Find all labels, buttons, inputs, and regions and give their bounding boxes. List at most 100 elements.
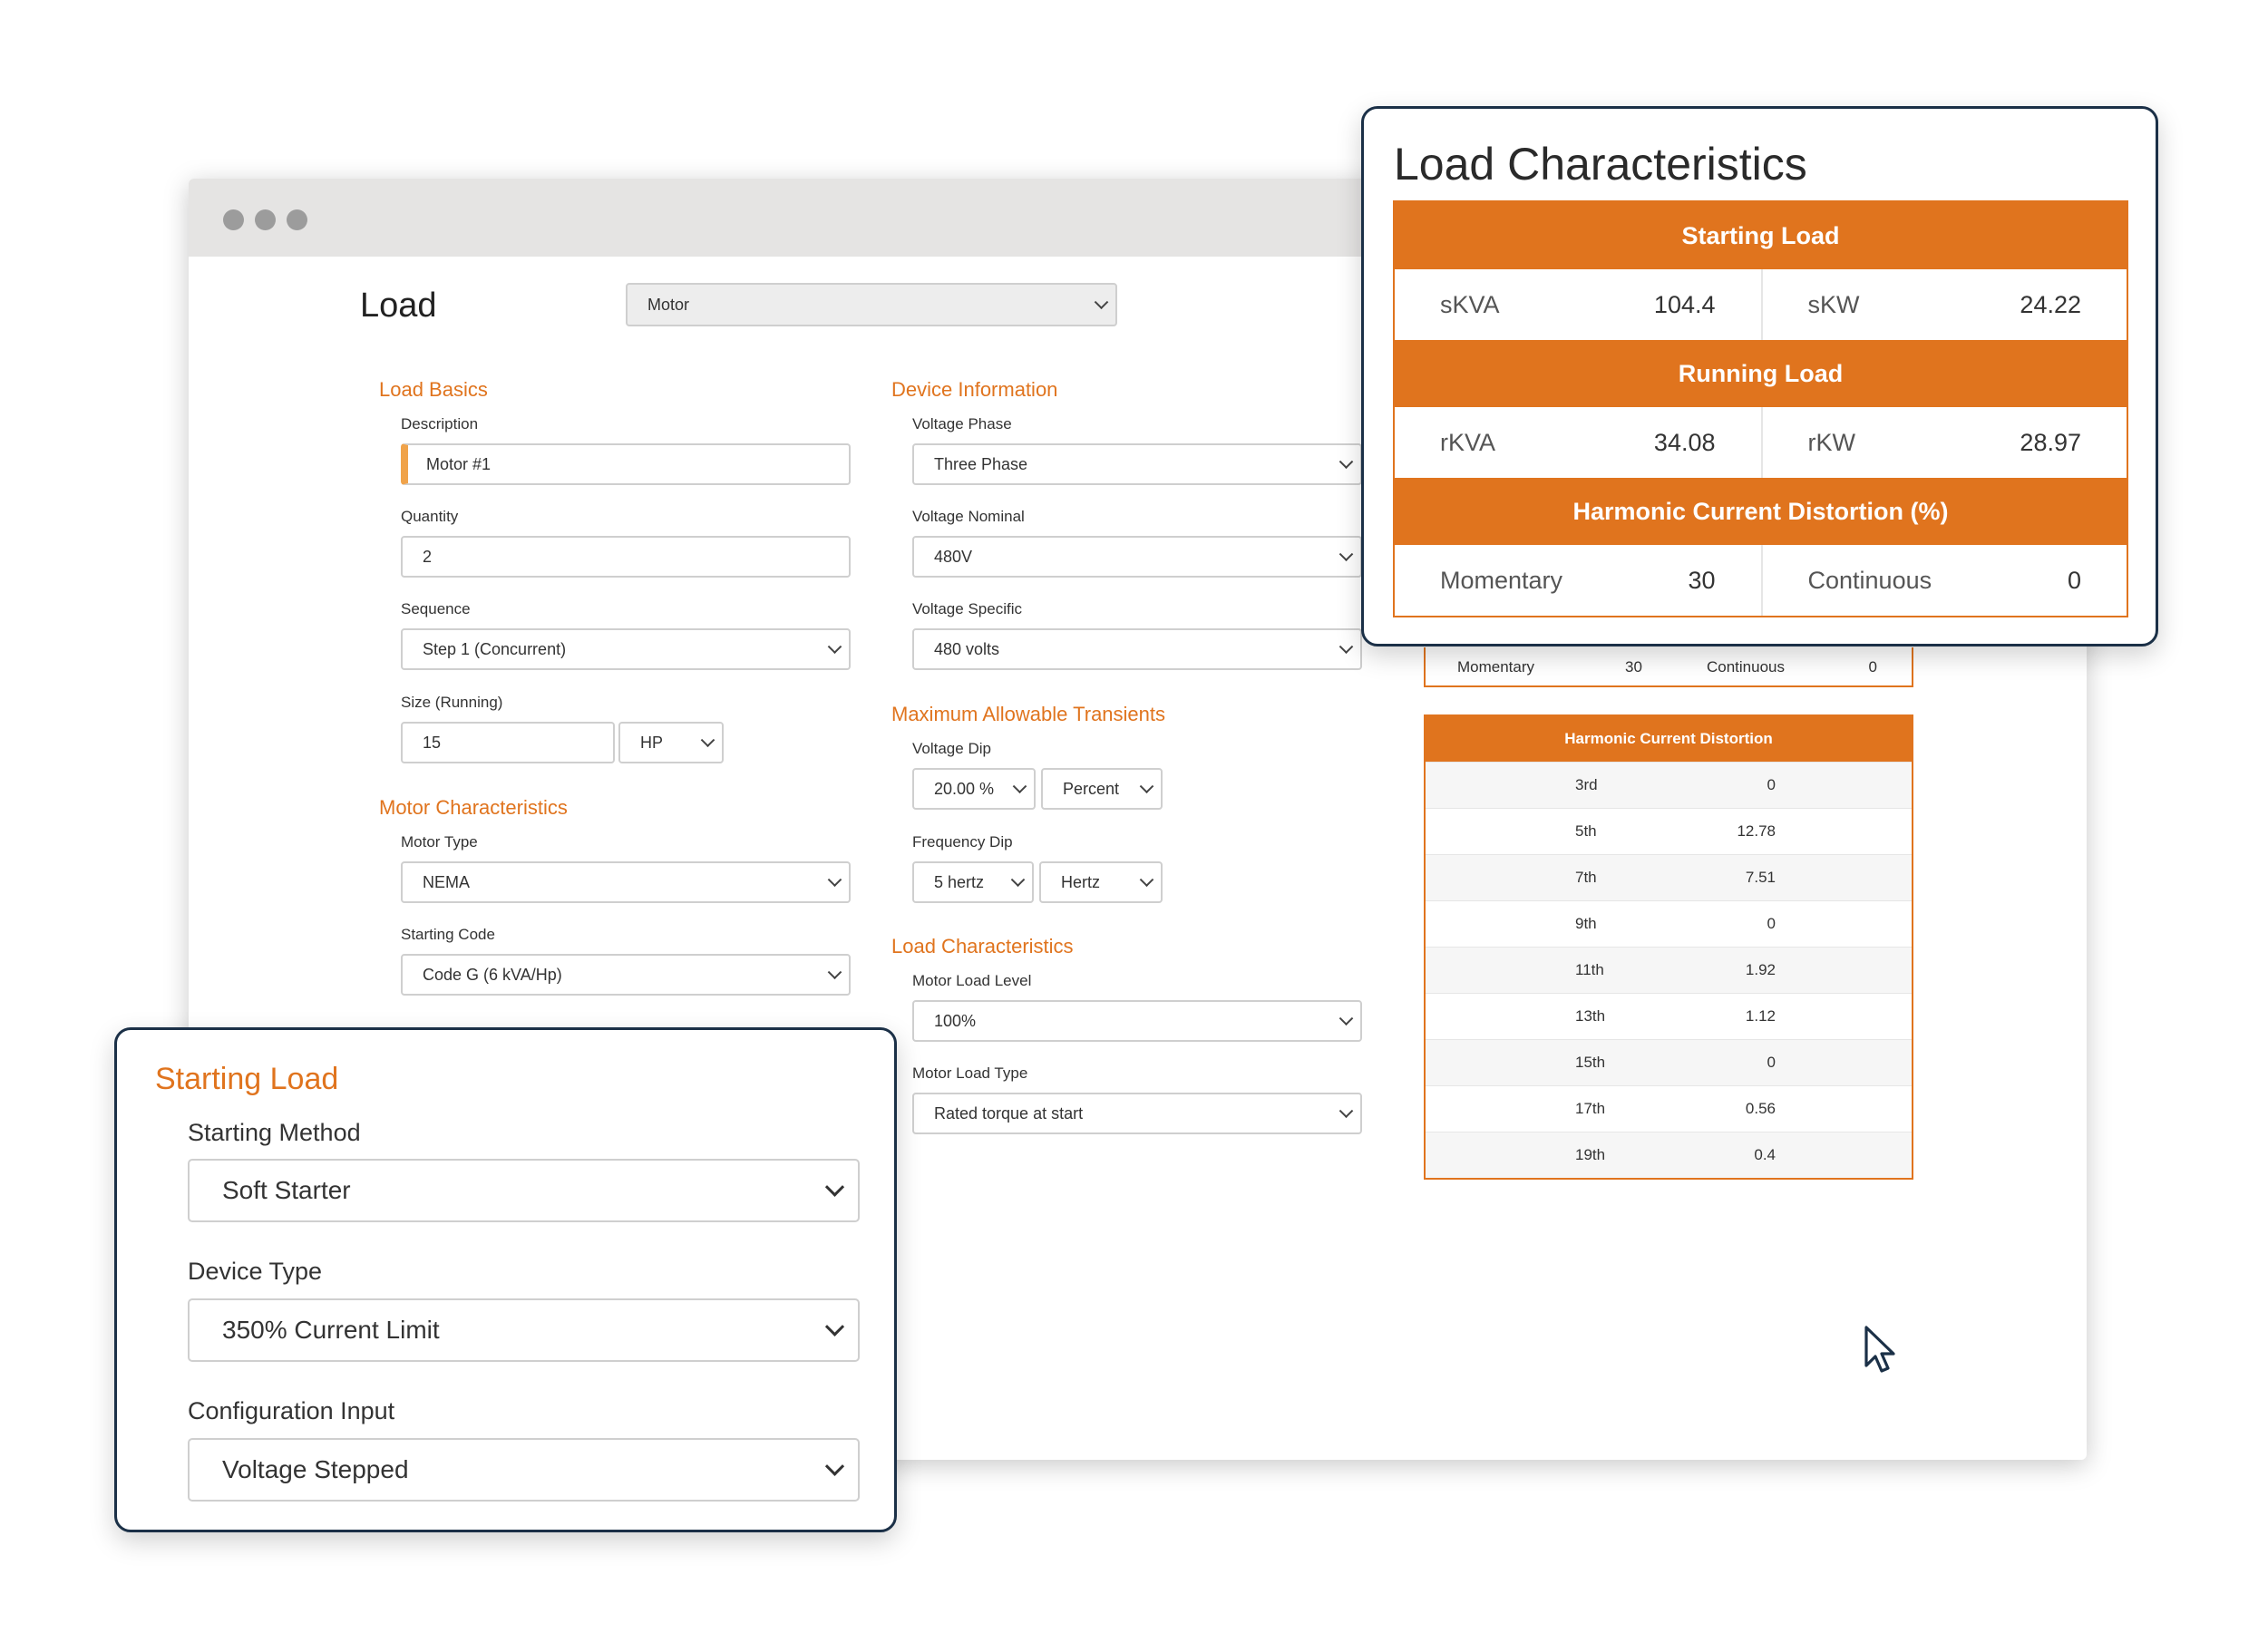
table-row: 15th 0	[1426, 1039, 1912, 1085]
harmonic-value: 12.78	[1737, 822, 1776, 840]
starting-method-value: Soft Starter	[222, 1176, 351, 1204]
frequency-dip-value: 5 hertz	[934, 872, 985, 891]
description-value: Motor #1	[426, 454, 492, 473]
voltage-dip-unit-select[interactable]: Percent	[1041, 768, 1163, 810]
table-row: 17th 0.56	[1426, 1085, 1912, 1132]
device-type-value: 350% Current Limit	[222, 1316, 440, 1344]
harmonic-order: 19th	[1575, 1146, 1606, 1163]
size-running-value: 15	[423, 733, 442, 752]
frequency-dip-select[interactable]: 5 hertz	[912, 861, 1034, 903]
voltage-nominal-label: Voltage Nominal	[912, 508, 1025, 525]
momentary-label: Momentary	[1440, 567, 1563, 594]
section-load-basics: Load Basics	[379, 378, 488, 401]
quantity-value: 2	[423, 547, 433, 566]
window-zoom-dot[interactable]	[287, 209, 307, 230]
chevron-down-icon	[824, 1177, 845, 1197]
chevron-down-icon	[1338, 547, 1354, 562]
starting-load-title: Starting Load	[155, 1062, 339, 1096]
chevron-down-icon	[1139, 779, 1154, 794]
frequency-dip-unit: Hertz	[1061, 872, 1101, 891]
starting-method-select[interactable]: Soft Starter	[188, 1159, 860, 1222]
voltage-dip-value: 20.00 %	[934, 779, 995, 798]
starting-method-label: Starting Method	[188, 1119, 361, 1146]
hcd-header: Harmonic Current Distortion (%)	[1395, 478, 2127, 545]
skw-value: 24.22	[2020, 291, 2081, 318]
hcd-row: Momentary 30 Continuous 0	[1395, 545, 2127, 616]
description-label: Description	[401, 415, 479, 433]
rkva-value: 34.08	[1653, 429, 1716, 456]
chevron-down-icon	[1338, 454, 1354, 470]
running-load-header: Running Load	[1395, 340, 2127, 407]
motor-type-select[interactable]: NEMA	[401, 861, 851, 903]
load-characteristics-table: Starting Load sKVA 104.4 sKW 24.22 Running…	[1393, 200, 2128, 617]
load-type-select[interactable]: Motor	[626, 283, 1117, 326]
size-running-input[interactable]: 15	[401, 722, 615, 763]
harmonic-value: 7.51	[1745, 869, 1776, 886]
harmonic-order: 9th	[1575, 915, 1597, 932]
table-row: 7th 7.51	[1426, 854, 1912, 900]
chevron-down-icon	[700, 733, 715, 748]
starting-load-row: sKVA 104.4 sKW 24.22	[1395, 269, 2127, 340]
size-unit-select[interactable]: HP	[618, 722, 724, 763]
frequency-dip-unit-select[interactable]: Hertz	[1039, 861, 1163, 903]
harmonic-table-header: Harmonic Current Distortion	[1426, 716, 1912, 762]
table-row: 13th 1.12	[1426, 993, 1912, 1039]
harmonic-order: 17th	[1575, 1100, 1606, 1117]
harmonic-value: 0	[1767, 776, 1776, 793]
load-type-value: Motor	[647, 295, 690, 314]
quantity-label: Quantity	[401, 508, 459, 525]
section-motor-characteristics: Motor Characteristics	[379, 796, 568, 819]
size-running-label: Size (Running)	[401, 694, 503, 711]
chevron-down-icon	[1338, 639, 1354, 655]
chevron-down-icon	[1139, 872, 1154, 888]
configuration-input-label: Configuration Input	[188, 1397, 395, 1424]
chevron-down-icon	[827, 965, 842, 980]
motor-load-level-value: 100%	[934, 1011, 977, 1030]
harmonic-order: 13th	[1575, 1007, 1606, 1025]
voltage-phase-label: Voltage Phase	[912, 415, 1012, 433]
motor-load-type-label: Motor Load Type	[912, 1064, 1028, 1082]
quantity-input[interactable]: 2	[401, 536, 851, 578]
skva-value: 104.4	[1653, 291, 1716, 318]
harmonic-order: 3rd	[1575, 776, 1598, 793]
voltage-specific-select[interactable]: 480 volts	[912, 628, 1362, 670]
voltage-specific-label: Voltage Specific	[912, 600, 1022, 617]
device-type-label: Device Type	[188, 1258, 323, 1285]
voltage-dip-label: Voltage Dip	[912, 740, 991, 757]
chevron-down-icon	[824, 1317, 845, 1337]
window-close-dot[interactable]	[223, 209, 244, 230]
voltage-phase-select[interactable]: Three Phase	[912, 443, 1362, 485]
motor-type-label: Motor Type	[401, 833, 478, 851]
motor-load-level-select[interactable]: 100%	[912, 1000, 1362, 1042]
voltage-nominal-value: 480V	[934, 547, 973, 566]
device-type-select[interactable]: 350% Current Limit	[188, 1298, 860, 1362]
sequence-value: Step 1 (Concurrent)	[423, 639, 567, 658]
harmonic-order: 5th	[1575, 822, 1597, 840]
harmonic-value: 0.56	[1745, 1100, 1776, 1117]
starting-code-select[interactable]: Code G (6 kVA/Hp)	[401, 954, 851, 996]
mini-momentary-label: Momentary	[1457, 658, 1535, 676]
chevron-down-icon	[1338, 1011, 1354, 1026]
starting-code-value: Code G (6 kVA/Hp)	[423, 965, 562, 984]
harmonic-value: 0.4	[1754, 1146, 1776, 1163]
chevron-down-icon	[1094, 295, 1109, 310]
continuous-label: Continuous	[1807, 567, 1932, 594]
motor-load-level-label: Motor Load Level	[912, 972, 1032, 989]
configuration-input-value: Voltage Stepped	[222, 1455, 409, 1483]
chevron-down-icon	[1010, 872, 1026, 888]
voltage-nominal-select[interactable]: 480V	[912, 536, 1362, 578]
description-input[interactable]: Motor #1	[401, 443, 851, 485]
rkw-value: 28.97	[2020, 429, 2081, 456]
chevron-down-icon	[827, 639, 842, 655]
configuration-input-select[interactable]: Voltage Stepped	[188, 1438, 860, 1502]
voltage-dip-select[interactable]: 20.00 %	[912, 768, 1036, 810]
section-max-transients: Maximum Allowable Transients	[891, 703, 1166, 725]
motor-load-type-select[interactable]: Rated torque at start	[912, 1093, 1362, 1134]
motor-type-value: NEMA	[423, 872, 471, 891]
rkva-label: rKVA	[1440, 429, 1496, 456]
starting-load-card: Starting Load Starting Method Soft Start…	[114, 1027, 897, 1532]
harmonic-value: 1.12	[1745, 1007, 1776, 1025]
sequence-select[interactable]: Step 1 (Concurrent)	[401, 628, 851, 670]
window-minimize-dot[interactable]	[255, 209, 276, 230]
harmonic-distortion-table: Harmonic Current Distortion 3rd 0 5th 12.78…	[1424, 714, 1913, 1180]
